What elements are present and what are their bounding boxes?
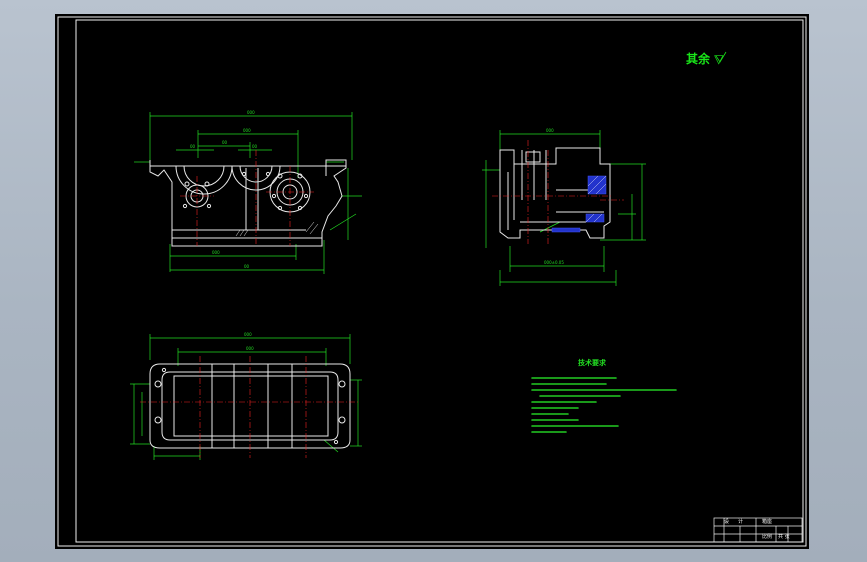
title-block-scale-label: 比例 — [762, 534, 773, 540]
svg-text:000: 000 — [546, 128, 554, 133]
cad-viewport[interactable]: 000 000 00 00 00 000 00 000±0.05 000 000… — [0, 0, 867, 562]
title-block-cell: 设 — [724, 519, 730, 525]
drawing-sheet — [55, 14, 809, 549]
surface-finish-note: 其余 ▽ — [686, 52, 724, 66]
svg-text:00: 00 — [252, 144, 258, 149]
tech-requirements-title: 技术要求 — [578, 359, 606, 367]
svg-text:000: 000 — [246, 346, 254, 351]
svg-text:00: 00 — [222, 140, 228, 145]
svg-text:000: 000 — [247, 110, 255, 115]
title-block-part-name: 箱座 — [762, 519, 773, 525]
title-block-cell: 计 — [738, 519, 744, 525]
svg-text:00: 00 — [190, 144, 196, 149]
svg-text:00: 00 — [244, 264, 250, 269]
svg-text:000: 000 — [212, 250, 220, 255]
title-block-sheet-count: 共 张 — [778, 534, 790, 540]
svg-text:000: 000 — [244, 332, 252, 337]
svg-text:000±0.05: 000±0.05 — [544, 260, 564, 265]
svg-text:000: 000 — [243, 128, 251, 133]
